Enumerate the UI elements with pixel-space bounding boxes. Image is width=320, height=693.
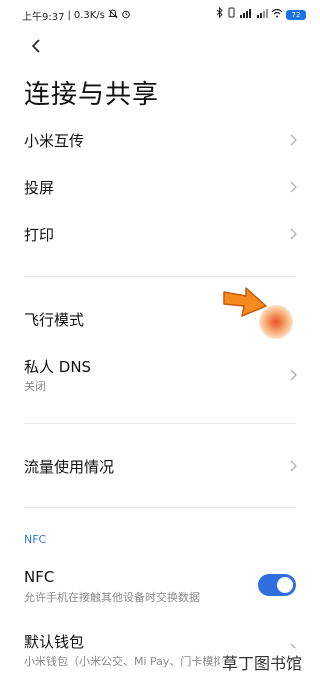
row-label: NFC xyxy=(24,568,55,586)
row-label: 默认钱包 xyxy=(24,633,85,651)
row-label: 投屏 xyxy=(24,178,55,197)
status-separator: | xyxy=(67,10,71,21)
vibrate-icon xyxy=(227,7,236,22)
back-button[interactable] xyxy=(26,34,46,58)
nfc-toggle[interactable] xyxy=(258,574,296,596)
divider xyxy=(24,276,296,277)
page-title: 连接与共享 xyxy=(24,80,160,110)
watermark-text: 草丁图书馆 xyxy=(222,654,303,673)
row-sublabel: 允许手机在接触其他设备时交换数据 xyxy=(24,591,200,604)
alarm-icon xyxy=(121,9,131,23)
status-left: 上午9:37 | 0.3K/s xyxy=(22,8,131,23)
chevron-right-icon xyxy=(290,369,297,381)
status-time: 上午9:37 xyxy=(22,12,65,23)
signal-4g-icon xyxy=(239,8,253,22)
chevron-right-icon xyxy=(290,460,297,472)
row-cast[interactable]: 投屏 xyxy=(0,164,320,210)
pointer-arrow-icon xyxy=(223,287,267,317)
row-label: 打印 xyxy=(24,225,55,244)
row-mi-share[interactable]: 小米互传 xyxy=(0,117,320,163)
row-label: 小米互传 xyxy=(24,131,85,150)
divider xyxy=(24,507,296,508)
status-right: 72 xyxy=(216,6,306,22)
chevron-left-icon xyxy=(31,39,40,53)
bluetooth-icon xyxy=(216,6,224,22)
chevron-right-icon xyxy=(290,134,297,146)
row-label: 私人 DNS xyxy=(24,358,92,376)
signal-icon xyxy=(256,8,268,22)
toggle-knob xyxy=(277,577,293,593)
status-bar: 上午9:37 | 0.3K/s 72 xyxy=(0,0,320,28)
row-print[interactable]: 打印 xyxy=(0,211,320,257)
row-label: 飞行模式 xyxy=(24,310,85,329)
status-speed: 0.3K/s xyxy=(73,10,105,21)
wifi-icon xyxy=(271,8,283,22)
row-label: 流量使用情况 xyxy=(24,457,115,476)
row-private-dns[interactable]: 私人 DNS 关闭 xyxy=(0,352,320,398)
mute-bell-icon xyxy=(108,8,118,23)
chevron-right-icon xyxy=(290,181,297,193)
row-data-usage[interactable]: 流量使用情况 xyxy=(0,443,320,489)
watermark: 草丁图书馆 xyxy=(220,648,305,676)
battery-indicator: 72 xyxy=(286,9,306,20)
section-header-nfc: NFC xyxy=(24,533,47,546)
divider xyxy=(24,423,296,424)
chevron-right-icon xyxy=(290,228,297,240)
row-sublabel: 关闭 xyxy=(24,380,46,393)
